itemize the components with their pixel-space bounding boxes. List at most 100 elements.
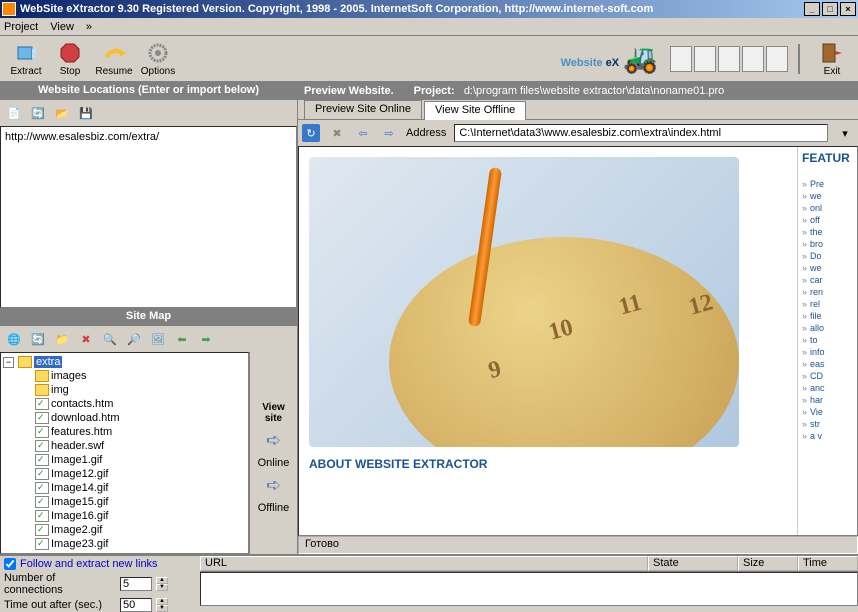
view-side-panel: View site ➪ Online ➪ Offline bbox=[249, 352, 297, 554]
sitemap-toolbar: 🌐 🔄 📁 ✖ 🔍 🔎 🖼 ⬅ ➡ bbox=[0, 326, 297, 352]
tree-file[interactable]: Image15.gif bbox=[3, 495, 246, 509]
download-list[interactable] bbox=[200, 572, 858, 606]
feature-item: str bbox=[802, 419, 853, 429]
timeout-label: Time out after (sec.) bbox=[4, 599, 116, 611]
back-icon[interactable]: ⬅ bbox=[172, 329, 192, 349]
logo-text: Website eX bbox=[561, 46, 620, 72]
exit-button[interactable]: Exit bbox=[810, 39, 854, 79]
sitemap-tree[interactable]: −extraimagesimgcontacts.htmdownload.htmf… bbox=[0, 352, 249, 554]
hero-image: 9 10 11 12 bbox=[309, 157, 739, 447]
save-icon[interactable]: 💾 bbox=[76, 103, 96, 123]
tree-file[interactable]: header.swf bbox=[3, 439, 246, 453]
tree-file[interactable]: Image1.gif bbox=[3, 453, 246, 467]
folder-icon[interactable]: 📂 bbox=[52, 103, 72, 123]
title-text: WebSite eXtractor 9.30 Registered Versio… bbox=[20, 3, 804, 15]
stop-icon[interactable]: ✖ bbox=[328, 124, 346, 142]
search-icon[interactable]: 🔍 bbox=[100, 329, 120, 349]
spin-down[interactable]: ▼ bbox=[156, 584, 168, 591]
tree-folder[interactable]: img bbox=[3, 383, 246, 397]
feature-item: Pre bbox=[802, 179, 853, 189]
tree-folder[interactable]: images bbox=[3, 369, 246, 383]
doc-icon[interactable] bbox=[742, 46, 764, 72]
add-icon[interactable]: 📄 bbox=[4, 103, 24, 123]
folder-icon[interactable]: 📁 bbox=[52, 329, 72, 349]
menu-view[interactable]: View bbox=[50, 21, 74, 33]
arrow-icon: ➪ bbox=[266, 430, 281, 451]
arrow-icon: ➪ bbox=[266, 475, 281, 496]
resume-button[interactable]: Resume bbox=[92, 39, 136, 79]
dropdown-icon[interactable]: ▾ bbox=[836, 124, 854, 142]
spin-up[interactable]: ▲ bbox=[156, 598, 168, 605]
col-time[interactable]: Time bbox=[798, 556, 858, 571]
doc-icon[interactable] bbox=[718, 46, 740, 72]
feature-item: to bbox=[802, 335, 853, 345]
app-icon bbox=[2, 2, 16, 16]
offline-button[interactable]: Offline bbox=[258, 502, 290, 514]
tree-file[interactable]: download.htm bbox=[3, 411, 246, 425]
exit-icon bbox=[820, 41, 844, 65]
tab-preview-online[interactable]: Preview Site Online bbox=[304, 100, 422, 119]
col-size[interactable]: Size bbox=[738, 556, 798, 571]
spin-down[interactable]: ▼ bbox=[156, 605, 168, 612]
connections-input[interactable] bbox=[120, 577, 152, 591]
options-button[interactable]: Options bbox=[136, 39, 180, 79]
delete-icon[interactable]: ✖ bbox=[76, 329, 96, 349]
titlebar: WebSite eXtractor 9.30 Registered Versio… bbox=[0, 0, 858, 18]
back-icon[interactable]: ⇦ bbox=[354, 124, 372, 142]
address-input[interactable] bbox=[454, 124, 828, 142]
tree-file[interactable]: Image14.gif bbox=[3, 481, 246, 495]
doc-icon[interactable] bbox=[670, 46, 692, 72]
refresh-icon[interactable]: 🔄 bbox=[28, 329, 48, 349]
tractor-icon: 🚜 bbox=[623, 42, 658, 75]
extract-button[interactable]: Extract bbox=[4, 39, 48, 79]
globe-icon[interactable]: 🌐 bbox=[4, 329, 24, 349]
preview-tabs: Preview Site Online View Site Offline bbox=[298, 100, 858, 120]
zoom-icon[interactable]: 🔎 bbox=[124, 329, 144, 349]
feature-item: allo bbox=[802, 323, 853, 333]
resume-icon bbox=[102, 41, 126, 65]
feature-item: a v bbox=[802, 431, 853, 441]
tab-view-offline[interactable]: View Site Offline bbox=[424, 101, 526, 120]
tree-file[interactable]: Image12.gif bbox=[3, 467, 246, 481]
preview-header: Preview Website. Project: d:\program fil… bbox=[298, 82, 858, 100]
feature-item: Do bbox=[802, 251, 853, 261]
tree-file[interactable]: features.htm bbox=[3, 425, 246, 439]
url-list[interactable]: http://www.esalesbiz.com/extra/ bbox=[0, 126, 297, 308]
refresh-icon[interactable]: ↻ bbox=[302, 124, 320, 142]
stop-button[interactable]: Stop bbox=[48, 39, 92, 79]
sitemap-header: Site Map bbox=[0, 308, 297, 326]
maximize-button[interactable]: □ bbox=[822, 2, 838, 16]
forward-icon[interactable]: ⇨ bbox=[380, 124, 398, 142]
view-site-label: View site bbox=[262, 402, 285, 424]
forward-icon[interactable]: ➡ bbox=[196, 329, 216, 349]
doc-icon[interactable] bbox=[694, 46, 716, 72]
minimize-button[interactable]: _ bbox=[804, 2, 820, 16]
feature-item: bro bbox=[802, 239, 853, 249]
feature-item: info bbox=[802, 347, 853, 357]
doc-icon[interactable] bbox=[766, 46, 788, 72]
feature-sidebar: FEATUR PreweonloffthebroDowecarrenrelfil… bbox=[797, 147, 857, 535]
spin-up[interactable]: ▲ bbox=[156, 577, 168, 584]
feature-item: CD bbox=[802, 371, 853, 381]
tree-root[interactable]: −extra bbox=[3, 355, 246, 369]
feature-item: rel bbox=[802, 299, 853, 309]
bottom-panel: Follow and extract new links Number of c… bbox=[0, 554, 858, 606]
refresh-icon[interactable]: 🔄 bbox=[28, 103, 48, 123]
col-url[interactable]: URL bbox=[200, 556, 648, 571]
col-state[interactable]: State bbox=[648, 556, 738, 571]
menu-project[interactable]: Project bbox=[4, 21, 38, 33]
address-label: Address bbox=[406, 127, 446, 139]
tree-file[interactable]: Image16.gif bbox=[3, 509, 246, 523]
close-button[interactable]: × bbox=[840, 2, 856, 16]
online-button[interactable]: Online bbox=[258, 457, 290, 469]
tree-file[interactable]: contacts.htm bbox=[3, 397, 246, 411]
tree-file[interactable]: Image2.gif bbox=[3, 523, 246, 537]
tree-file[interactable]: Image23.gif bbox=[3, 537, 246, 551]
feature-item: anc bbox=[802, 383, 853, 393]
menu-more[interactable]: » bbox=[86, 21, 92, 33]
timeout-input[interactable] bbox=[120, 598, 152, 612]
view-icon[interactable]: 🖼 bbox=[148, 329, 168, 349]
follow-links-checkbox[interactable] bbox=[4, 558, 16, 570]
feature-item: off bbox=[802, 215, 853, 225]
browser-view[interactable]: 9 10 11 12 ABOUT WEBSITE EXTRACTOR FEATU… bbox=[298, 146, 858, 536]
